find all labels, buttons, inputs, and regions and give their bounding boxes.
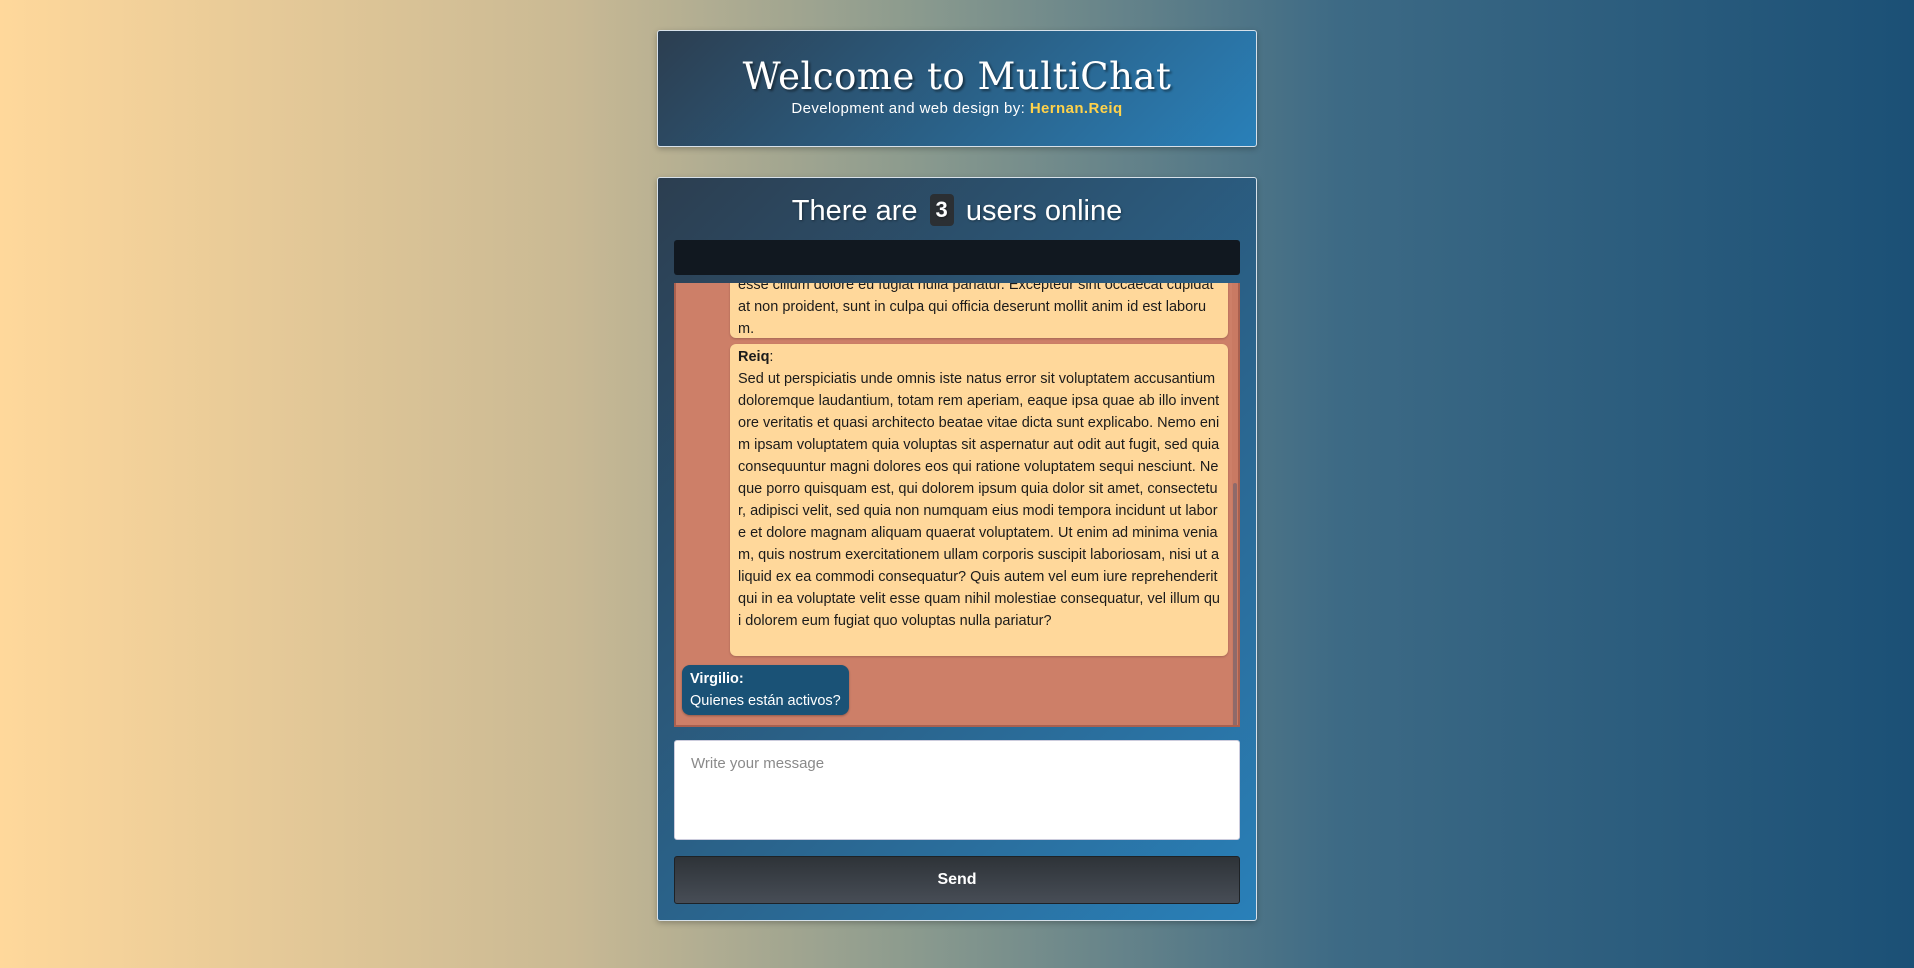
message-text: Sed ut perspiciatis unde omnis iste natu… <box>738 371 1220 629</box>
message-list[interactable]: esse cillum dolore eu fugiat nulla paria… <box>674 283 1240 727</box>
message-item: Reiq: Sed ut perspiciatis unde omnis ist… <box>730 344 1228 656</box>
message-text: Quienes están activos? <box>690 693 841 709</box>
status-bar <box>674 240 1240 275</box>
online-prefix: There are <box>791 195 918 227</box>
credits: Development and web design by: Hernan.Re… <box>658 100 1256 117</box>
author-name: Hernan.Reiq <box>1029 100 1123 118</box>
message-item: Virgilio: Quienes están activos? <box>682 665 849 715</box>
message-item: esse cillum dolore eu fugiat nulla paria… <box>730 283 1228 338</box>
message-text: esse cillum dolore eu fugiat nulla paria… <box>738 283 1214 337</box>
message-username: Virgilio: <box>690 671 744 687</box>
message-list-scrollbar[interactable] <box>1232 283 1238 725</box>
credits-prefix: Development and web design by: <box>791 100 1026 118</box>
online-suffix: users online <box>965 195 1123 227</box>
online-users-heading: There are 3 users online <box>658 194 1256 228</box>
send-button[interactable]: Send <box>674 856 1240 904</box>
header-card: Welcome to MultiChat Development and web… <box>657 30 1257 147</box>
online-count-badge: 3 <box>929 194 954 226</box>
app-title: Welcome to MultiChat <box>742 55 1172 98</box>
chat-card: There are 3 users online esse cillum dol… <box>657 177 1257 921</box>
scrollbar-thumb[interactable] <box>1233 483 1237 725</box>
message-input[interactable] <box>674 740 1240 840</box>
message-username: Reiq <box>738 349 770 365</box>
